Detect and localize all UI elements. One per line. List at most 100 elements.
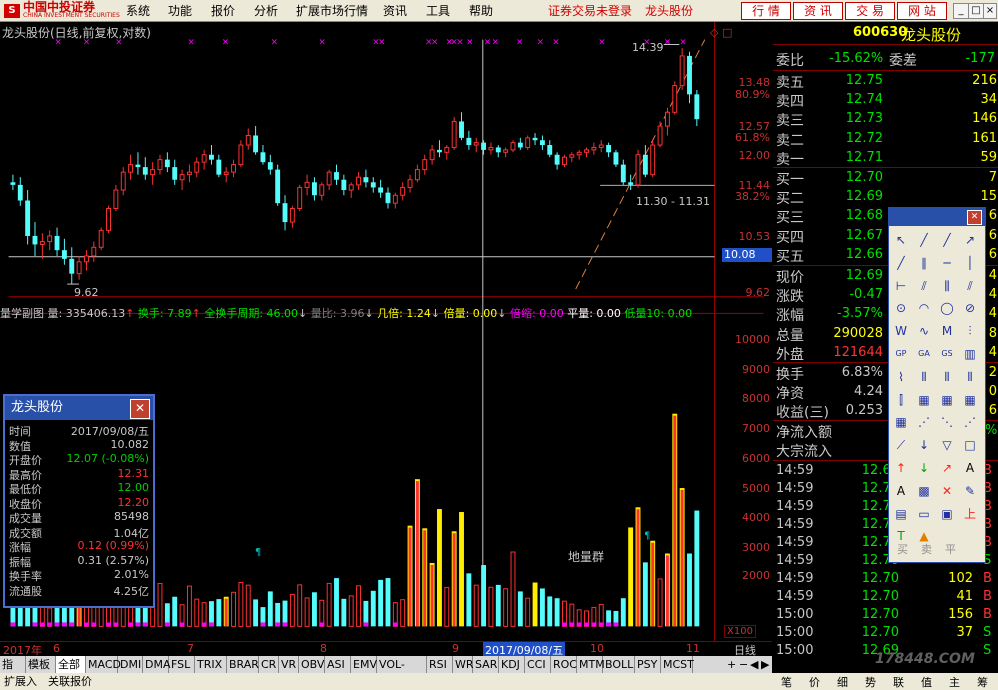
w-pattern-icon[interactable]: W (891, 321, 911, 341)
m-pattern-icon[interactable]: M (937, 321, 957, 341)
menu-tools[interactable]: 工具 (426, 2, 450, 19)
indicator-tab[interactable]: KDJ (499, 656, 525, 673)
vertical-line-icon[interactable]: │ (960, 253, 980, 273)
panel-tab[interactable]: 值 (921, 674, 932, 690)
news-button[interactable]: 资 讯 (793, 2, 843, 20)
panel-tab[interactable]: 势 (865, 674, 876, 690)
circle-icon[interactable]: ⊙ (891, 298, 911, 318)
cycle2-icon[interactable]: ⫴ (937, 367, 957, 387)
indicator-tab[interactable]: DMI (118, 656, 143, 673)
popup-close-icon[interactable]: ✕ (130, 399, 150, 419)
indicator-tab[interactable]: TRIX (195, 656, 227, 673)
indicator-tab[interactable]: MCST (661, 656, 694, 673)
channel-icon[interactable]: ⫽ (914, 276, 934, 296)
arrow-line-icon[interactable]: ╱ (891, 253, 911, 273)
indicator-tab[interactable]: ROC (551, 656, 577, 673)
text-icon[interactable]: A (960, 458, 980, 478)
box2-icon[interactable]: ▦ (937, 390, 957, 410)
menu-function[interactable]: 功能 (168, 2, 192, 19)
text2-icon[interactable]: A (891, 481, 911, 501)
indicator-tab[interactable]: 全部 (56, 656, 86, 673)
ray-icon[interactable]: ↗ (960, 230, 980, 250)
zigzag-icon[interactable]: ⫶ (960, 321, 980, 341)
panel-tab[interactable]: 联 (893, 674, 904, 690)
indicator-tab[interactable]: VR (279, 656, 299, 673)
delete-icon[interactable]: ✕ (937, 481, 957, 501)
gann-icon[interactable]: ⫽ (960, 276, 980, 296)
horizontal-line-icon[interactable]: ─ (937, 253, 957, 273)
gp-icon[interactable]: GP (891, 344, 911, 364)
toolbox-close-icon[interactable]: ✕ (967, 210, 982, 225)
menu-help[interactable]: 帮助 (469, 2, 493, 19)
zoom-in-icon[interactable]: + (727, 656, 736, 673)
price-line-icon[interactable]: ⊢ (891, 276, 911, 296)
up-mark-icon[interactable]: 上 (960, 504, 980, 524)
note-icon[interactable]: ▤ (891, 504, 911, 524)
ellipse-icon[interactable]: ◯ (937, 298, 957, 318)
box-icon[interactable]: ▦ (914, 390, 934, 410)
cycle3-icon[interactable]: ⫴ (960, 367, 980, 387)
down-arrow-green-icon[interactable]: ↓ (914, 458, 934, 478)
indicator-tab[interactable]: MTM (577, 656, 605, 673)
line-icon[interactable]: ╱ (914, 230, 934, 250)
maximize-icon[interactable]: □ (968, 3, 984, 19)
chart-settings-icon[interactable]: ◇ □ (710, 26, 732, 39)
block-icon[interactable]: ▩ (914, 481, 934, 501)
ga-icon[interactable]: GA (914, 344, 934, 364)
speed-line-icon[interactable]: ⟋ (891, 435, 911, 455)
panel-tab[interactable]: 筹 (977, 674, 988, 690)
sell-mark-label[interactable]: 卖 (921, 541, 932, 557)
fib-time-icon[interactable]: ⫿ (891, 390, 911, 410)
indicator-tab[interactable]: CCI (525, 656, 551, 673)
rect-icon[interactable]: □ (960, 435, 980, 455)
extend-button[interactable]: 扩展入 (4, 673, 37, 690)
indicator-tab[interactable]: SAR (473, 656, 499, 673)
fibonacci-icon[interactable]: ⫼ (937, 276, 957, 296)
box3-icon[interactable]: ▦ (960, 390, 980, 410)
related-quote-button[interactable]: 关联报价 (48, 673, 92, 690)
indicator-tab[interactable]: DMA (143, 656, 171, 673)
close-icon[interactable]: × (983, 3, 997, 19)
indicator-tab[interactable]: ASI (325, 656, 351, 673)
flat-mark-label[interactable]: 平 (945, 541, 956, 557)
indicator-tab[interactable]: WR (453, 656, 474, 673)
menu-system[interactable]: 系统 (126, 2, 150, 19)
menu-quote[interactable]: 报价 (211, 2, 235, 19)
bar-icon[interactable]: ▥ (960, 344, 980, 364)
panel-tab[interactable]: 细 (837, 674, 848, 690)
wave-icon[interactable]: ∿ (914, 321, 934, 341)
box4-icon[interactable]: ▦ (891, 412, 911, 432)
brush-icon[interactable]: ✎ (960, 481, 980, 501)
scroll-right-icon[interactable]: ▶ (761, 656, 769, 673)
arrow-icon[interactable]: ↗ (937, 458, 957, 478)
scroll-left-icon[interactable]: ◀ (750, 656, 758, 673)
fan2-icon[interactable]: ⋱ (937, 412, 957, 432)
panel-tab[interactable]: 价 (809, 674, 820, 690)
trade-button[interactable]: 交 易 (845, 2, 895, 20)
indicator-tab[interactable]: EMV (351, 656, 377, 673)
indicator-tab[interactable]: FSL (169, 656, 195, 673)
down-arrow-icon[interactable]: ↓ (914, 435, 934, 455)
indicator-tab[interactable]: MACD (86, 656, 121, 673)
indicator-tab[interactable]: 模板 (26, 656, 56, 673)
indicator-tab[interactable]: VOL-TDX (377, 656, 427, 688)
cursor-icon[interactable]: ↖ (891, 230, 911, 250)
gs-icon[interactable]: GS (937, 344, 957, 364)
website-button[interactable]: 网 站 (897, 2, 947, 20)
up-arrow-red-icon[interactable]: ↑ (891, 458, 911, 478)
fan-icon[interactable]: ⋰ (914, 412, 934, 432)
ruler-icon[interactable]: ▭ (914, 504, 934, 524)
quote-button[interactable]: 行 情 (741, 2, 791, 20)
panel-tab[interactable]: 笔 (781, 674, 792, 690)
minimize-icon[interactable]: _ (953, 3, 969, 19)
indicator-tab[interactable]: BRAR (227, 656, 259, 673)
indicator-tab[interactable]: RSI (427, 656, 453, 673)
indicator-tab[interactable]: PSY (635, 656, 661, 673)
menu-news[interactable]: 资讯 (383, 2, 407, 19)
panel-tab[interactable]: 主 (949, 674, 960, 690)
parallel-icon[interactable]: ∥ (914, 253, 934, 273)
arc-icon[interactable]: ◠ (914, 298, 934, 318)
fan3-icon[interactable]: ⋰ (960, 412, 980, 432)
indicator-tab[interactable]: 指标 (0, 656, 26, 688)
segment-icon[interactable]: ╱ (937, 230, 957, 250)
